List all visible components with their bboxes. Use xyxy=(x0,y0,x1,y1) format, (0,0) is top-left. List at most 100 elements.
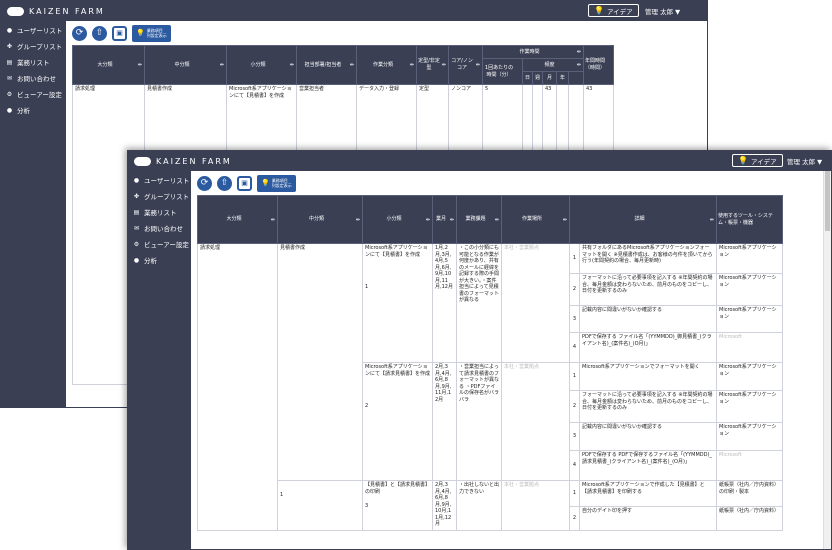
col-header-year[interactable]: 年 xyxy=(556,71,569,85)
vertical-scrollbar[interactable] xyxy=(823,171,831,549)
column-resize-icon[interactable]: ⇹ xyxy=(138,62,142,69)
user-icon: ● xyxy=(133,176,140,184)
cell-place: 本社・営業拠点 xyxy=(501,362,570,481)
column-resize-icon[interactable]: ⇹ xyxy=(220,62,224,69)
column-settings-button[interactable]: 💡 業務項目 列設定表示 xyxy=(132,24,171,42)
col-header-fixed[interactable]: 定型/非定型 ⇹ xyxy=(416,45,449,85)
column-resize-icon[interactable]: ⇹ xyxy=(495,217,499,224)
col-header-major[interactable]: 大分類 ⇹ xyxy=(72,45,145,85)
col-header-minor[interactable]: 小分類 ⇹ xyxy=(226,45,297,85)
col-header-minor[interactable]: 小分類 ⇹ xyxy=(362,195,433,244)
sidebar-item-tasks[interactable]: ▤ 業務リスト xyxy=(128,205,191,219)
cell-minor-group-2: Microsoft系アプリケーションにて【請求見積書】を作成 2 xyxy=(362,362,433,481)
cell-step-tool: Microsoft系アプリケーション xyxy=(716,305,783,333)
save-icon: ▣ xyxy=(241,179,248,187)
col-header-week[interactable]: 週 xyxy=(532,71,543,85)
column-resize-icon[interactable]: ⇹ xyxy=(290,62,294,69)
sidebar-item-groups[interactable]: ✤ グループリスト xyxy=(1,39,66,53)
col-header-month[interactable]: 月 xyxy=(542,71,557,85)
table-row[interactable]: 請求処理 見積書作成 Microsoft系アプリケーションにて【見積書】を作成 1… xyxy=(197,243,783,531)
column-settings-button[interactable]: 💡 業務項目 列設定表示 xyxy=(257,174,296,192)
column-settings-label: 業務項目 列設定表示 xyxy=(146,28,167,38)
column-resize-icon[interactable]: ⇹ xyxy=(476,62,480,69)
sidebar-item-label: グループリスト xyxy=(144,193,190,201)
sidebar-item-analysis[interactable]: ● 分析 xyxy=(128,253,191,267)
col-header-tools[interactable]: 使用するツール・システム・帳票・機器 xyxy=(716,195,783,244)
upload-button[interactable]: ⇧ xyxy=(92,25,107,41)
col-header-place[interactable]: 作業場所 ⇹ xyxy=(501,195,570,244)
logo: KAIZEN FARM xyxy=(134,156,232,166)
col-header-per-time[interactable]: 1回あたりの時間（分） xyxy=(482,58,523,85)
sidebar-item-label: 分析 xyxy=(17,107,30,115)
cell-place: 本社・営業拠点 xyxy=(501,243,570,363)
sidebar: ● ユーザーリスト ✤ グループリスト ▤ 業務リスト ✉ お問い合わせ ⚙ ビューアー設… xyxy=(1,21,66,407)
col-header-middle[interactable]: 中分類 ⇹ xyxy=(144,45,227,85)
cell-step-no: 2 xyxy=(569,273,580,306)
save-button[interactable]: ▣ xyxy=(237,175,252,191)
col-header-major[interactable]: 大分類 ⇹ xyxy=(197,195,278,244)
column-settings-label: 業務項目 列設定表示 xyxy=(271,178,292,188)
col-header-month[interactable]: 業月 ⇹ xyxy=(432,195,457,244)
column-resize-icon[interactable]: ⇹ xyxy=(577,62,581,69)
sidebar-item-contact[interactable]: ✉ お問い合わせ xyxy=(128,221,191,235)
cell-step-no: 1 xyxy=(569,243,580,274)
col-header-issue[interactable]: 業務課題 ⇹ xyxy=(456,195,502,244)
cell-minor-group-1: Microsoft系アプリケーションにて【見積書】を作成 1 xyxy=(362,243,433,363)
col-header-frequency[interactable]: 頻度 ⇹ xyxy=(522,58,584,72)
lightbulb-icon: 💡 xyxy=(738,156,748,165)
user-menu[interactable]: 管理 太郎 ▼ xyxy=(645,6,680,16)
column-resize-icon[interactable]: ⇹ xyxy=(563,217,567,224)
col-header-annual[interactable]: 年間時間（時間） xyxy=(583,45,614,85)
save-button[interactable]: ▣ xyxy=(112,25,127,41)
col-header-work-time[interactable]: 作業時間 ⇹ xyxy=(482,45,584,59)
sidebar-item-label: ビューアー設定 xyxy=(17,91,62,99)
main-content: ⟳ ⇧ ▣ 💡 業務項目 列設定表示 大分類 ⇹ 中分類 ⇹ 小分類 ⇹ 業月 ⇹ 業務課… xyxy=(191,171,831,549)
cell-step-detail: 記載内容に間違いがないか確認する xyxy=(579,305,717,333)
sidebar-item-groups[interactable]: ✤ グループリスト xyxy=(128,189,191,203)
mail-icon: ✉ xyxy=(6,74,13,82)
cell-step-no: 3 xyxy=(569,305,580,333)
cell-step-no: 2 xyxy=(569,506,580,531)
col-header-dept[interactable]: 担当部署/担当者 ⇹ xyxy=(296,45,357,85)
sidebar-item-label: 分析 xyxy=(144,257,157,265)
idea-button[interactable]: 💡 アイデア xyxy=(732,154,783,167)
upload-button[interactable]: ⇧ xyxy=(217,175,232,191)
sidebar-item-contact[interactable]: ✉ お問い合わせ xyxy=(1,71,66,85)
column-resize-icon[interactable]: ⇹ xyxy=(710,217,714,224)
column-resize-icon[interactable]: ⇹ xyxy=(356,217,360,224)
scrollbar-thumb[interactable] xyxy=(825,171,830,231)
cell-step-tool: Microsoft系アプリケーション xyxy=(716,273,783,306)
sidebar-item-analysis[interactable]: ● 分析 xyxy=(1,103,66,117)
column-resize-icon[interactable]: ⇹ xyxy=(410,62,414,69)
cell-month: 2月,3月,4月,6月,8月,9月,11月,12月 xyxy=(432,362,457,481)
mail-icon: ✉ xyxy=(133,224,140,232)
col-header-day[interactable]: 日 xyxy=(522,71,533,85)
column-resize-icon[interactable]: ⇹ xyxy=(350,62,354,69)
sidebar-item-users[interactable]: ● ユーザーリスト xyxy=(128,173,191,187)
arrow-up-icon: ⇧ xyxy=(220,178,229,188)
col-header-work-type[interactable]: 作業分類 ⇹ xyxy=(356,45,417,85)
column-resize-icon[interactable]: ⇹ xyxy=(577,49,581,56)
refresh-button[interactable]: ⟳ xyxy=(72,25,87,41)
table-row[interactable]: 1 【見積書】と【請求見積書】の印刷 3 2月,3月,4月,6月,8月,9月,10… xyxy=(198,480,783,531)
sidebar-item-viewer-settings[interactable]: ⚙ ビューアー設定 xyxy=(1,87,66,101)
column-resize-icon[interactable]: ⇹ xyxy=(450,217,454,224)
user-menu[interactable]: 管理 太郎 ▼ xyxy=(787,156,822,166)
cell-step-tool: Microsoft系アプリケーション xyxy=(716,362,783,391)
sidebar-item-label: 業務リスト xyxy=(144,209,177,217)
cell-middle-no: 1 xyxy=(277,480,363,531)
sidebar-item-users[interactable]: ● ユーザーリスト xyxy=(1,23,66,37)
column-resize-icon[interactable]: ⇹ xyxy=(442,62,446,69)
sidebar-item-tasks[interactable]: ▤ 業務リスト xyxy=(1,55,66,69)
column-resize-icon[interactable]: ⇹ xyxy=(426,217,430,224)
idea-button[interactable]: 💡 アイデア xyxy=(588,4,639,17)
cell-step-no: 1 xyxy=(569,480,580,507)
col-header-core[interactable]: コア/ノンコア ⇹ xyxy=(448,45,483,85)
cell-step-detail: 記載内容に間違いがないか確認する xyxy=(579,422,717,451)
cell-step-detail: Microsoft系アプリケーションで作成した【見積書】と【請求見積書】を印刷す… xyxy=(579,480,717,507)
refresh-button[interactable]: ⟳ xyxy=(197,175,212,191)
col-header-detail[interactable]: 詳細 ⇹ xyxy=(569,195,717,244)
sidebar-item-viewer-settings[interactable]: ⚙ ビューアー設定 xyxy=(128,237,191,251)
column-resize-icon[interactable]: ⇹ xyxy=(271,217,275,224)
col-header-middle[interactable]: 中分類 ⇹ xyxy=(277,195,363,244)
